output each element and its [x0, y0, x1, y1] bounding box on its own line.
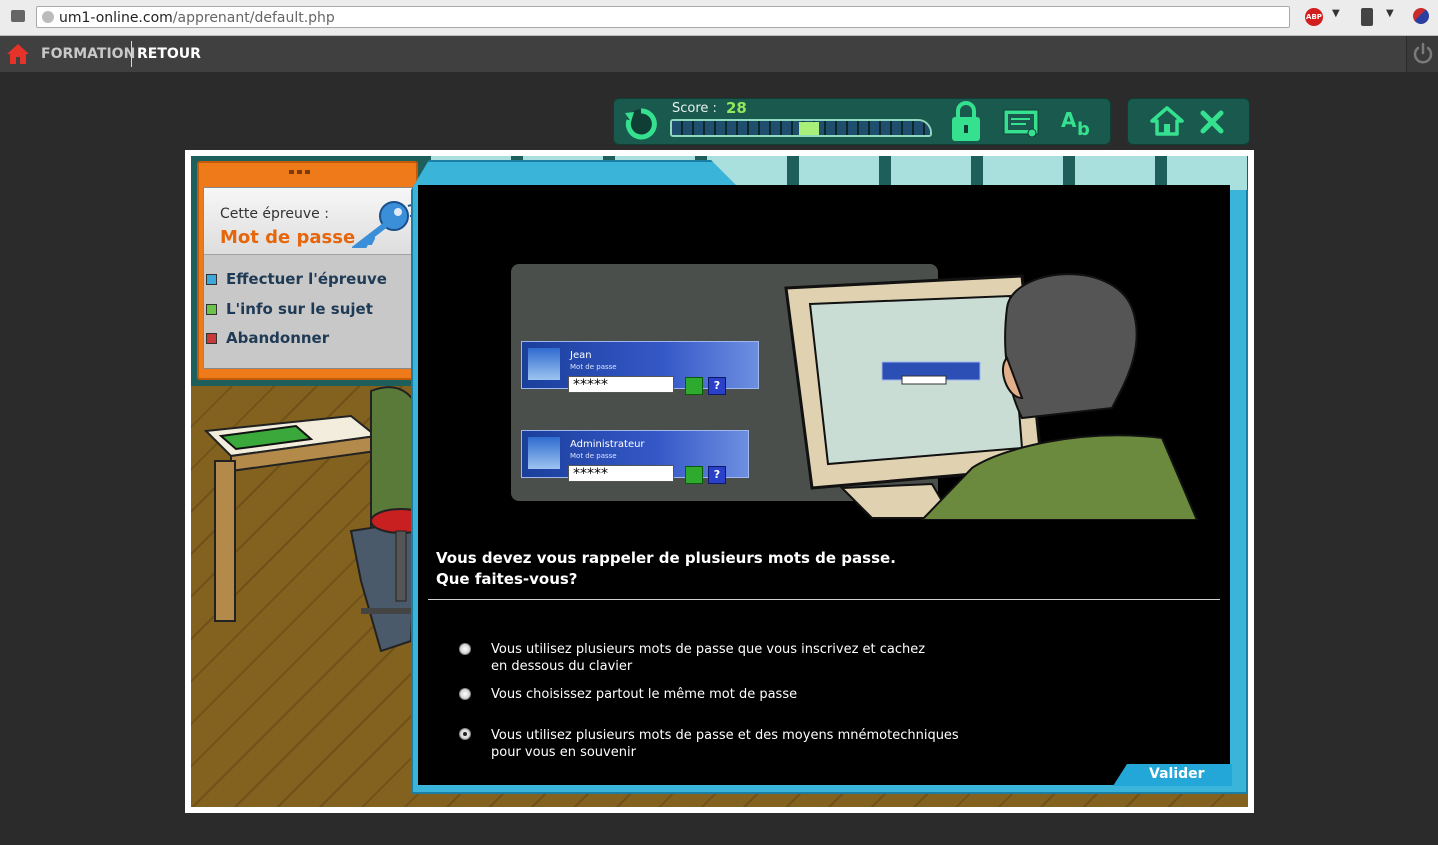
answer-option-1-line1: Vous utilisez plusieurs mots de passe qu…: [491, 642, 926, 657]
mission-inner: Cette épreuve : Mot de passe Effectuer l…: [203, 187, 417, 369]
clipboard-icon[interactable]: [1361, 8, 1373, 26]
help-icon: ?: [708, 466, 726, 484]
question-line-2: Que faites-vous?: [436, 570, 578, 588]
answer-option-3-line1: Vous utilisez plusieurs mots de passe et…: [491, 728, 959, 743]
airplane-icon: [528, 348, 560, 380]
padlock-icon[interactable]: [948, 101, 984, 143]
logout-button[interactable]: [1406, 36, 1438, 72]
menu-effectuer-label: Effectuer l'épreuve: [226, 270, 387, 288]
glossary-icon[interactable]: A b: [1058, 107, 1098, 139]
answer-option-3-line2: pour vous en souvenir: [491, 745, 636, 760]
score-bar: [670, 119, 932, 137]
answer-option-2[interactable]: Vous choisissez partout le même mot de p…: [491, 686, 797, 703]
score-bar-fill: [799, 122, 819, 135]
question-divider: [428, 599, 1220, 600]
answer-radio-3[interactable]: [459, 728, 471, 740]
url-text[interactable]: um1-online.com/apprenant/default.php: [59, 7, 335, 29]
address-bar[interactable]: um1-online.com/apprenant/default.php: [36, 6, 1290, 28]
app-nav-bar: FORMATION RETOUR: [0, 36, 1438, 72]
arrow-right-icon: [685, 466, 703, 484]
login-password-label: Mot de passe: [570, 452, 617, 460]
question-text: Vous devez vous rappeler de plusieurs mo…: [436, 548, 896, 590]
login-card-jean: Jean Mot de passe ***** ?: [521, 341, 759, 395]
home-icon[interactable]: [6, 43, 30, 65]
svg-text:b: b: [1077, 119, 1090, 139]
login-name: Jean: [570, 350, 592, 361]
nav-formation[interactable]: FORMATION: [41, 36, 135, 72]
drag-handle[interactable]: [289, 170, 311, 174]
menu-info-label: L'info sur le sujet: [226, 300, 373, 318]
game-toolbar: Score : 28 A b: [613, 98, 1111, 145]
answer-radio-2[interactable]: [459, 688, 471, 700]
key-icon: [352, 201, 417, 248]
mission-subtitle: Cette épreuve :: [220, 206, 329, 222]
mission-header: Cette épreuve : Mot de passe: [204, 188, 417, 255]
login-password-field: *****: [568, 376, 674, 393]
arrow-right-icon: [685, 377, 703, 395]
tabs-icon[interactable]: [11, 10, 25, 22]
answer-option-3[interactable]: Vous utilisez plusieurs mots de passe et…: [491, 727, 959, 761]
game-toolbar-right: [1127, 98, 1250, 145]
menu-bullet: [206, 304, 217, 315]
score-value: 28: [726, 99, 747, 117]
svg-text:A: A: [1061, 108, 1077, 132]
nav-retour[interactable]: RETOUR: [137, 36, 201, 72]
mission-title: Mot de passe: [220, 227, 356, 248]
nav-separator: [131, 41, 132, 67]
answer-radio-1[interactable]: [459, 643, 471, 655]
login-password-field: *****: [568, 465, 674, 482]
mission-panel: Cette épreuve : Mot de passe Effectuer l…: [197, 161, 418, 380]
menu-effectuer[interactable]: Effectuer l'épreuve: [206, 270, 387, 288]
restart-icon[interactable]: [622, 103, 660, 141]
adblock-icon[interactable]: ABP: [1305, 8, 1323, 26]
office-worker-illustration: [203, 386, 441, 653]
globe-icon: [42, 11, 54, 23]
certificate-icon[interactable]: [1002, 107, 1042, 139]
chevron-down-icon[interactable]: ▼: [1332, 8, 1340, 19]
answer-option-1-line2: en dessous du clavier: [491, 659, 633, 674]
answer-option-2-line1: Vous choisissez partout le même mot de p…: [491, 687, 798, 702]
chevron-down-icon[interactable]: ▼: [1386, 8, 1394, 19]
login-password-label: Mot de passe: [570, 363, 617, 371]
menu-info[interactable]: L'info sur le sujet: [206, 300, 373, 318]
power-icon: [1413, 42, 1433, 64]
flag-icon[interactable]: [1413, 8, 1429, 24]
airplane-icon: [528, 437, 560, 469]
url-path: /apprenant/default.php: [172, 10, 335, 26]
answer-option-1[interactable]: Vous utilisez plusieurs mots de passe qu…: [491, 641, 925, 675]
login-card-admin: Administrateur Mot de passe ***** ?: [521, 430, 749, 484]
valider-label: Valider: [1149, 766, 1205, 782]
menu-bullet: [206, 274, 217, 285]
close-icon[interactable]: [1199, 109, 1225, 135]
question-line-1: Vous devez vous rappeler de plusieurs mo…: [436, 549, 896, 567]
valider-button[interactable]: Valider: [1113, 764, 1232, 786]
browser-toolbar: um1-online.com/apprenant/default.php ABP…: [0, 0, 1438, 36]
help-icon: ?: [708, 377, 726, 395]
menu-bullet: [206, 333, 217, 344]
home-icon[interactable]: [1150, 105, 1184, 137]
score-label: Score :: [672, 101, 717, 116]
computer-user-illustration: [784, 273, 1199, 520]
menu-abandonner-label: Abandonner: [226, 329, 330, 347]
url-host: um1-online.com: [59, 10, 173, 26]
menu-abandonner[interactable]: Abandonner: [206, 329, 330, 347]
login-name: Administrateur: [570, 439, 645, 450]
